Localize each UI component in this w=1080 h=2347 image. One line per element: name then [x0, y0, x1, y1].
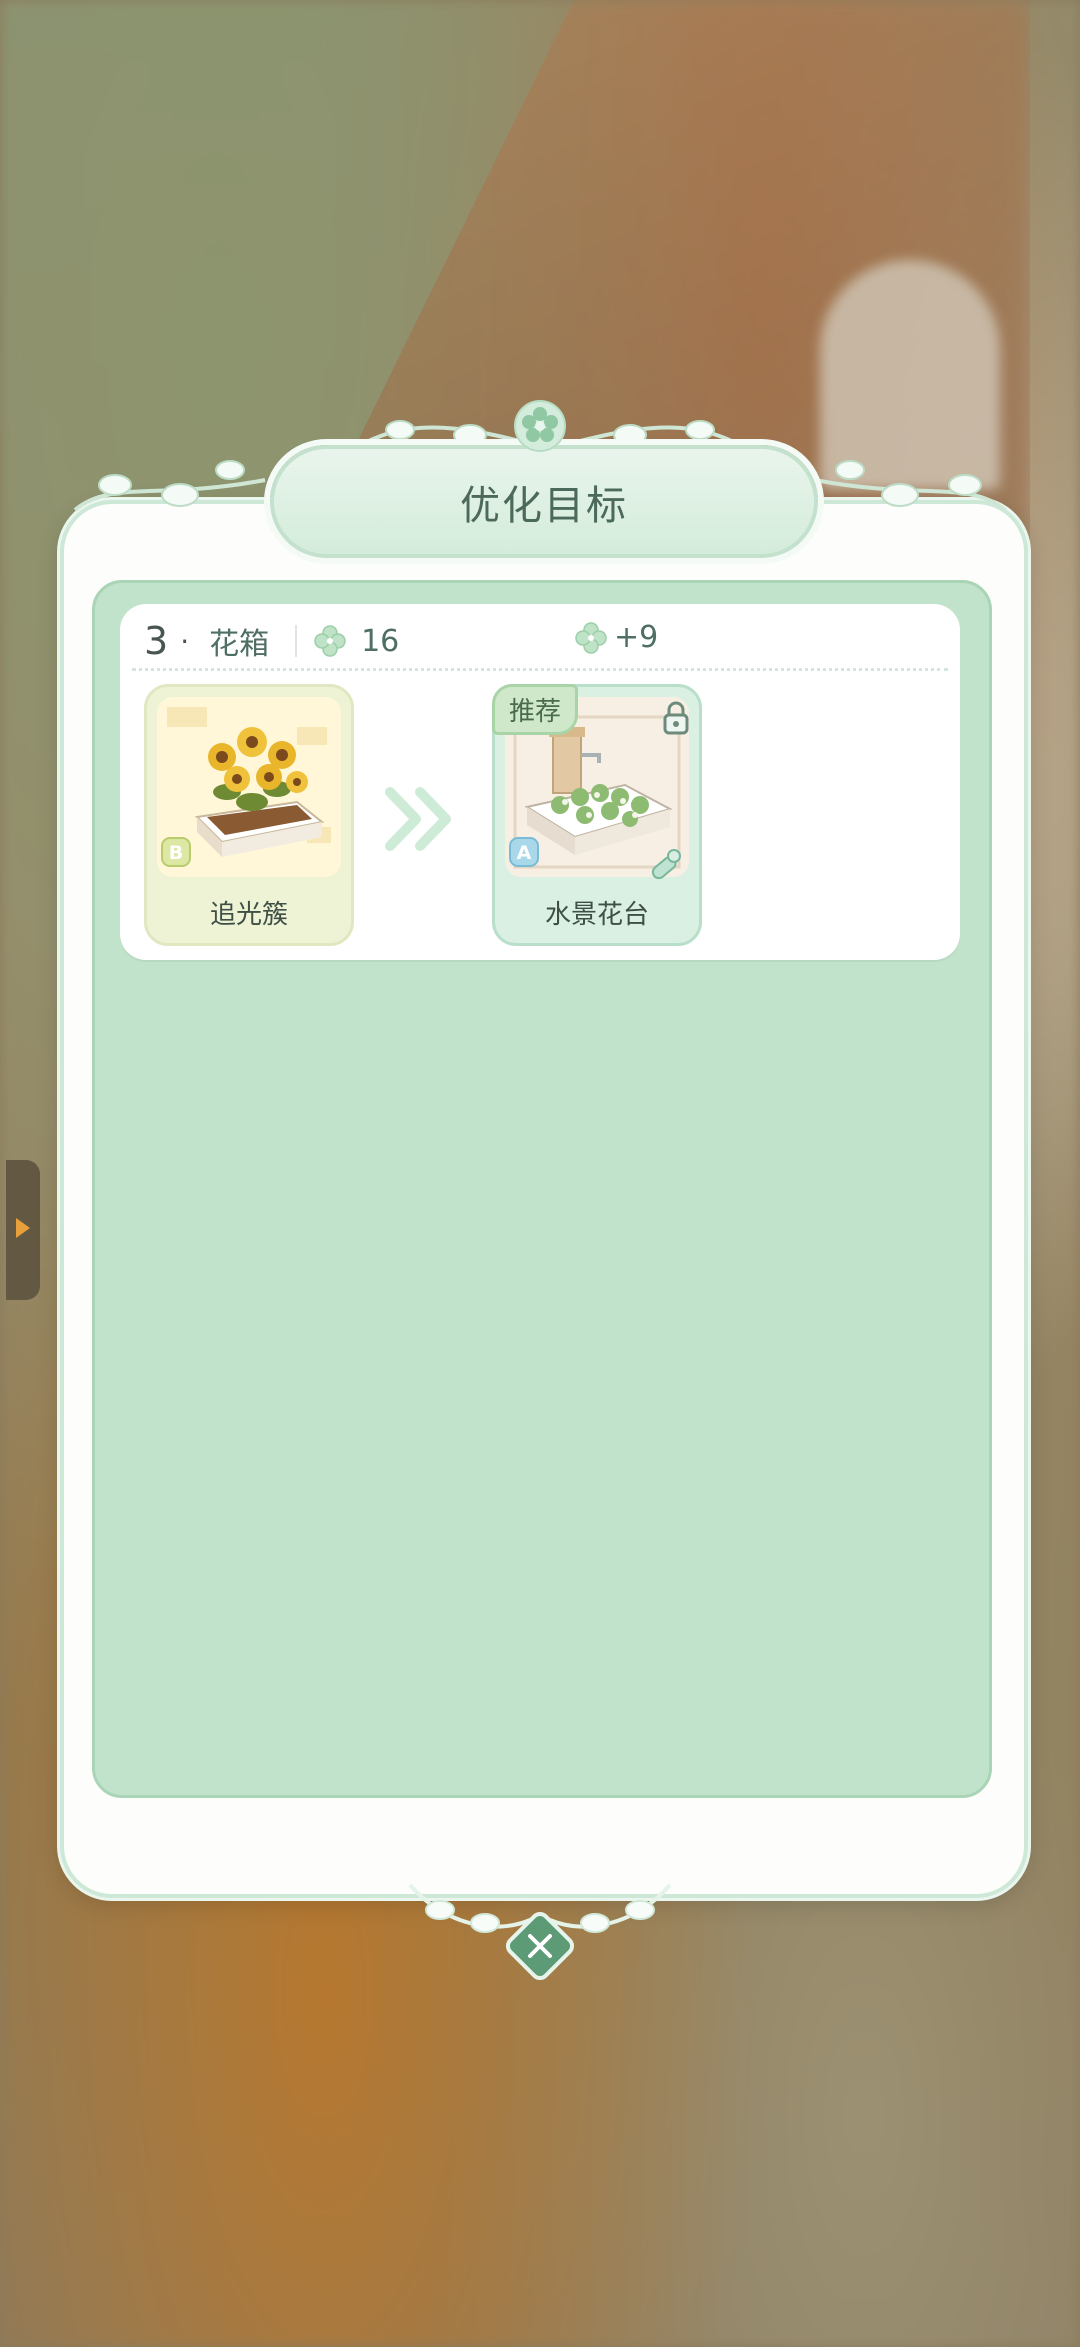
side-expand-tab[interactable] [6, 1160, 40, 1300]
clover-icon [575, 621, 607, 654]
panel-title: 优化目标 [460, 482, 628, 529]
upgrade-material-icon [651, 849, 681, 880]
vine-right-icon [814, 460, 1007, 512]
entry-score: 16 [361, 623, 400, 659]
title-banner: 优化目标 [270, 445, 818, 558]
svg-text:A: A [517, 842, 532, 864]
entry-rank: 3 [144, 619, 169, 663]
expand-arrow-icon [16, 1218, 30, 1238]
vine-left-icon [73, 460, 266, 512]
entry-bonus: +9 [614, 620, 659, 655]
current-item-card[interactable]: B 追光簇 [144, 684, 354, 946]
header-separator [132, 668, 948, 671]
flower-emblem-icon [514, 400, 566, 452]
entry-header: 3 · 花箱 16 +9 [144, 616, 944, 666]
svg-text:B: B [169, 842, 183, 864]
header-divider [295, 625, 298, 657]
target-item-card[interactable]: 推荐 A 水景花台 [492, 684, 702, 946]
close-button[interactable] [501, 1907, 579, 1985]
entry-dot: · [180, 624, 190, 658]
current-item-name: 追光簇 [209, 900, 288, 930]
grade-a-icon: A [509, 837, 539, 867]
recommend-badge: 推荐 [492, 684, 579, 735]
target-entry-card: 3 · 花箱 16 +9 B 追光簇 推荐 A 水景花台 [120, 604, 960, 960]
bonus-group: +9 [574, 620, 658, 655]
clover-icon [314, 625, 346, 657]
upgrade-arrow-icon [385, 787, 451, 851]
grade-b-icon: B [161, 837, 191, 867]
entry-category: 花箱 [209, 627, 270, 662]
target-item-name: 水景花台 [544, 900, 649, 930]
lock-icon [663, 701, 689, 735]
